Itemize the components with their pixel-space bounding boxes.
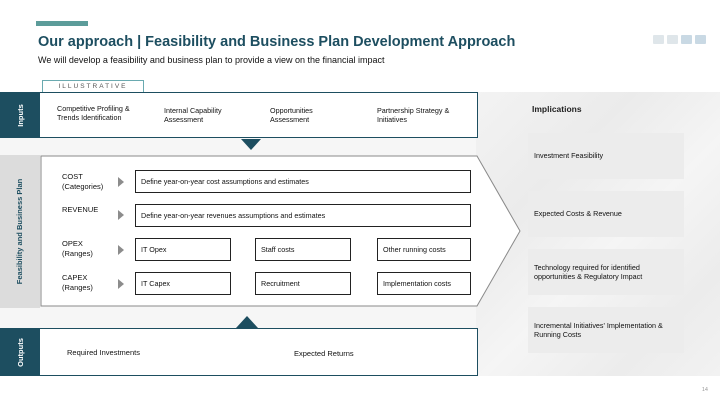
revenue-arrow-icon [118, 210, 124, 220]
page-title: Our approach | Feasibility and Business … [38, 34, 516, 50]
it-opex-cell: IT Opex [135, 238, 231, 261]
title-accent-bar [36, 21, 88, 26]
inputs-box: Competitive Profiling & Trends Identific… [40, 92, 478, 138]
outputs-arrow-up [236, 316, 258, 328]
inputs-arrow-down [241, 139, 261, 150]
logo-icon [667, 35, 678, 44]
implication-text: Technology required for identified oppor… [534, 262, 643, 282]
inputs-tab-label: Inputs [15, 103, 25, 127]
logo-icon [653, 35, 664, 44]
output-item: Expected Returns [294, 349, 354, 358]
partner-logos [653, 35, 706, 44]
outputs-box: Required Investments Expected Returns [40, 328, 478, 376]
capex-label: CAPEX (Ranges) [62, 273, 93, 292]
input-item: Internal Capability Assessment [164, 106, 222, 124]
implication-card: Investment Feasibility [528, 133, 684, 179]
input-item: Competitive Profiling & Trends Identific… [57, 104, 130, 122]
output-item: Required Investments [67, 348, 140, 357]
implications-title: Implications [532, 104, 582, 114]
logo-icon [695, 35, 706, 44]
cost-assumptions-cell: Define year-on-year cost assumptions and… [135, 170, 471, 193]
feasibility-tab: Feasibility and Business Plan [0, 155, 40, 308]
inputs-tab: Inputs [0, 92, 40, 138]
opex-arrow-icon [118, 245, 124, 255]
cost-arrow-icon [118, 177, 124, 187]
implication-text: Investment Feasibility [534, 151, 604, 161]
staff-costs-cell: Staff costs [255, 238, 351, 261]
outputs-tab-label: Outputs [15, 337, 25, 367]
implementation-costs-cell: Implementation costs [377, 272, 471, 295]
other-running-costs-cell: Other running costs [377, 238, 471, 261]
recruitment-cell: Recruitment [255, 272, 351, 295]
page-number: 14 [701, 387, 708, 393]
input-item: Partnership Strategy & Initiatives [377, 106, 450, 124]
implication-text: Incremental Initiatives' Implementation … [534, 320, 663, 340]
cost-label: COST (Categories) [62, 172, 104, 191]
implication-text: Expected Costs & Revenue [534, 209, 622, 219]
implication-card: Incremental Initiatives' Implementation … [528, 307, 684, 353]
capex-arrow-icon [118, 279, 124, 289]
input-item: Opportunities Assessment [270, 106, 313, 124]
logo-icon [681, 35, 692, 44]
it-capex-cell: IT Capex [135, 272, 231, 295]
page-subtitle: We will develop a feasibility and busine… [38, 55, 385, 65]
opex-label: OPEX (Ranges) [62, 239, 93, 258]
outputs-tab: Outputs [0, 328, 40, 376]
revenue-assumptions-cell: Define year-on-year revenues assumptions… [135, 204, 471, 227]
revenue-label: REVENUE [62, 205, 99, 214]
implication-card: Technology required for identified oppor… [528, 249, 684, 295]
feasibility-tab-label: Feasibility and Business Plan [15, 178, 25, 285]
implication-card: Expected Costs & Revenue [528, 191, 684, 237]
